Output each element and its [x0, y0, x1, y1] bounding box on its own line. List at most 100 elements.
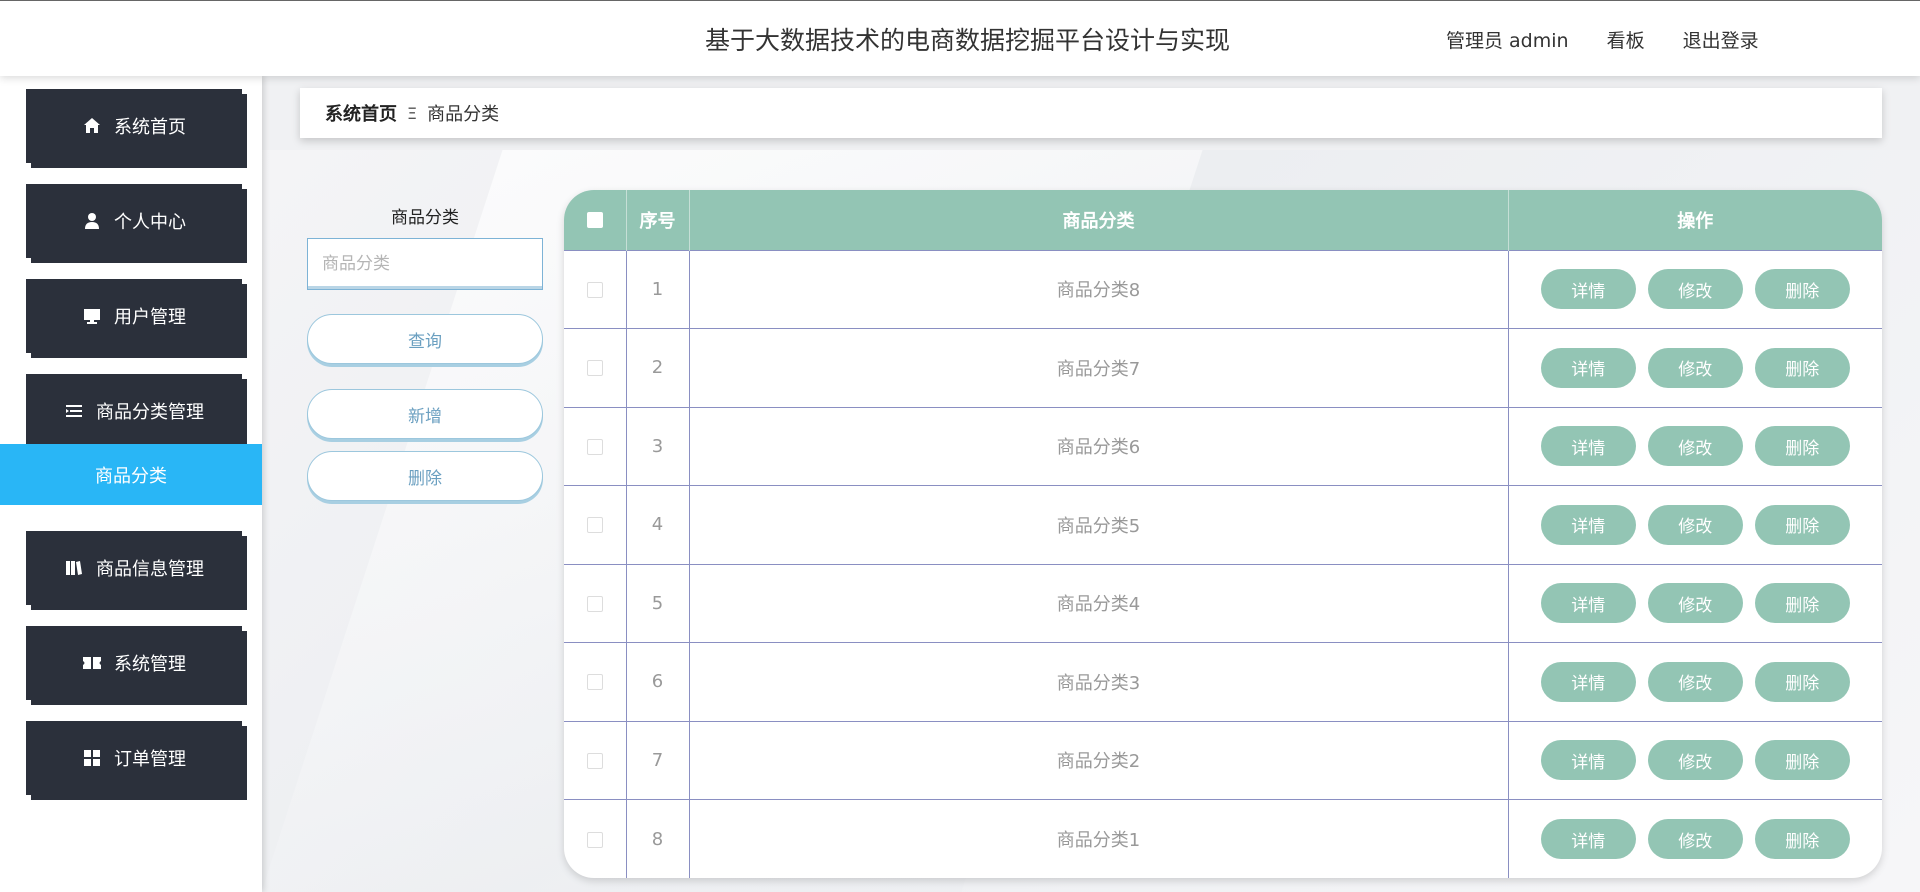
row-checkbox[interactable]	[586, 281, 603, 298]
row-select-cell[interactable]	[564, 485, 627, 564]
row-select-cell[interactable]	[564, 328, 627, 407]
row-index: 2	[626, 328, 690, 407]
sidebar-item-label: 系统首页	[114, 117, 186, 138]
ticket-icon	[82, 653, 102, 673]
edit-button[interactable]: 修改	[1647, 583, 1743, 624]
row-select-cell[interactable]	[564, 250, 627, 329]
sidebar-item-category-management[interactable]: 商品分类管理	[26, 374, 242, 448]
row-index: 6	[626, 642, 690, 721]
detail-button[interactable]: 详情	[1540, 583, 1636, 624]
delete-button[interactable]: 删除	[1754, 347, 1850, 388]
row-checkbox[interactable]	[586, 438, 603, 455]
sidebar-item-label: 商品信息管理	[96, 559, 204, 580]
sidebar-item-system[interactable]: 系统管理	[26, 626, 242, 700]
row-select-cell[interactable]	[564, 642, 627, 721]
sidebar-item-profile[interactable]: 个人中心	[26, 184, 242, 258]
edit-button[interactable]: 修改	[1647, 347, 1743, 388]
breadcrumb-home[interactable]: 系统首页	[325, 100, 397, 126]
table-row: 6 商品分类3 详情 修改 删除	[564, 642, 1882, 722]
delete-button[interactable]: 删除	[1754, 661, 1850, 702]
sidebar-item-home[interactable]: 系统首页	[26, 89, 242, 163]
row-checkbox[interactable]	[586, 752, 603, 769]
edit-button[interactable]: 修改	[1647, 740, 1743, 781]
current-user: 管理员 admin	[1446, 30, 1569, 52]
edit-button[interactable]: 修改	[1647, 269, 1743, 310]
row-select-cell[interactable]	[564, 721, 627, 800]
row-actions: 详情 修改 删除	[1508, 407, 1882, 486]
app-title: 基于大数据技术的电商数据挖掘平台设计与实现	[705, 26, 1231, 55]
detail-button[interactable]: 详情	[1540, 426, 1636, 467]
book-icon	[64, 558, 84, 578]
delete-button[interactable]: 删除	[1754, 740, 1850, 781]
table-row: 5 商品分类4 详情 修改 删除	[564, 564, 1882, 643]
user-icon	[82, 211, 102, 231]
sidebar-item-label: 系统管理	[114, 654, 186, 675]
row-category: 商品分类3	[689, 642, 1509, 721]
detail-button[interactable]: 详情	[1540, 661, 1636, 702]
table-row: 3 商品分类6 详情 修改 删除	[564, 407, 1882, 486]
row-category: 商品分类4	[689, 564, 1509, 643]
row-actions: 详情 修改 删除	[1508, 564, 1882, 643]
row-actions: 详情 修改 删除	[1508, 250, 1882, 329]
row-category: 商品分类5	[689, 485, 1509, 564]
row-index: 8	[626, 799, 690, 878]
delete-button[interactable]: 删除	[1754, 504, 1850, 545]
edit-button[interactable]: 修改	[1647, 426, 1743, 467]
row-checkbox[interactable]	[586, 595, 603, 612]
delete-button[interactable]: 删除	[1754, 819, 1850, 859]
batch-delete-button[interactable]: 删除	[307, 451, 543, 501]
row-category: 商品分类8	[689, 250, 1509, 329]
row-actions: 详情 修改 删除	[1508, 800, 1882, 879]
select-all-checkbox[interactable]	[586, 212, 603, 229]
row-select-cell[interactable]	[564, 799, 627, 878]
breadcrumb-separator-icon: Ξ	[407, 103, 418, 123]
detail-button[interactable]: 详情	[1540, 504, 1636, 545]
row-category: 商品分类7	[689, 328, 1509, 407]
row-actions: 详情 修改 删除	[1508, 643, 1882, 722]
index-header: 序号	[626, 190, 690, 250]
detail-button[interactable]: 详情	[1540, 347, 1636, 388]
edit-button[interactable]: 修改	[1647, 819, 1743, 859]
delete-button[interactable]: 删除	[1754, 583, 1850, 624]
row-category: 商品分类6	[689, 407, 1509, 486]
sidebar-item-users[interactable]: 用户管理	[26, 279, 242, 353]
table-row: 2 商品分类7 详情 修改 删除	[564, 328, 1882, 408]
detail-button[interactable]: 详情	[1540, 819, 1636, 859]
query-button[interactable]: 查询	[307, 314, 543, 364]
search-label: 商品分类	[391, 208, 459, 228]
logout-link[interactable]: 退出登录	[1683, 26, 1759, 53]
sidebar-subitem-category[interactable]: 商品分类	[0, 444, 262, 505]
edit-button[interactable]: 修改	[1647, 661, 1743, 702]
delete-button[interactable]: 删除	[1754, 269, 1850, 310]
delete-button[interactable]: 删除	[1754, 426, 1850, 467]
add-button[interactable]: 新增	[307, 389, 543, 439]
search-input[interactable]	[307, 238, 543, 290]
row-category: 商品分类2	[689, 721, 1509, 800]
row-checkbox[interactable]	[586, 831, 603, 848]
select-all-header[interactable]	[564, 190, 627, 250]
row-checkbox[interactable]	[586, 360, 603, 377]
board-link[interactable]: 看板	[1607, 26, 1645, 53]
table-row: 7 商品分类2 详情 修改 删除	[564, 721, 1882, 800]
header-actions: 管理员 admin 看板 退出登录	[1446, 26, 1759, 53]
edit-button[interactable]: 修改	[1647, 504, 1743, 545]
top-header: 基于大数据技术的电商数据挖掘平台设计与实现 管理员 admin 看板 退出登录	[0, 0, 1920, 76]
sidebar-item-label: 订单管理	[114, 749, 186, 770]
detail-button[interactable]: 详情	[1540, 269, 1636, 310]
sidebar-item-product-management[interactable]: 商品信息管理	[26, 531, 242, 605]
detail-button[interactable]: 详情	[1540, 740, 1636, 781]
sidebar: 系统首页 个人中心 用户管理 商品分类管理 商品分类 商品信息管理 系统管理 订…	[0, 76, 262, 892]
breadcrumb: 系统首页 Ξ 商品分类	[300, 88, 1882, 138]
sidebar-item-label: 商品分类管理	[96, 402, 204, 423]
sidebar-item-orders[interactable]: 订单管理	[26, 721, 242, 795]
row-select-cell[interactable]	[564, 407, 627, 486]
row-checkbox[interactable]	[586, 517, 603, 534]
row-select-cell[interactable]	[564, 564, 627, 643]
row-actions: 详情 修改 删除	[1508, 486, 1882, 565]
row-category: 商品分类1	[689, 799, 1509, 878]
row-actions: 详情 修改 删除	[1508, 329, 1882, 408]
row-actions: 详情 修改 删除	[1508, 721, 1882, 800]
row-index: 1	[626, 250, 690, 329]
category-header: 商品分类	[689, 190, 1509, 250]
row-checkbox[interactable]	[586, 674, 603, 691]
